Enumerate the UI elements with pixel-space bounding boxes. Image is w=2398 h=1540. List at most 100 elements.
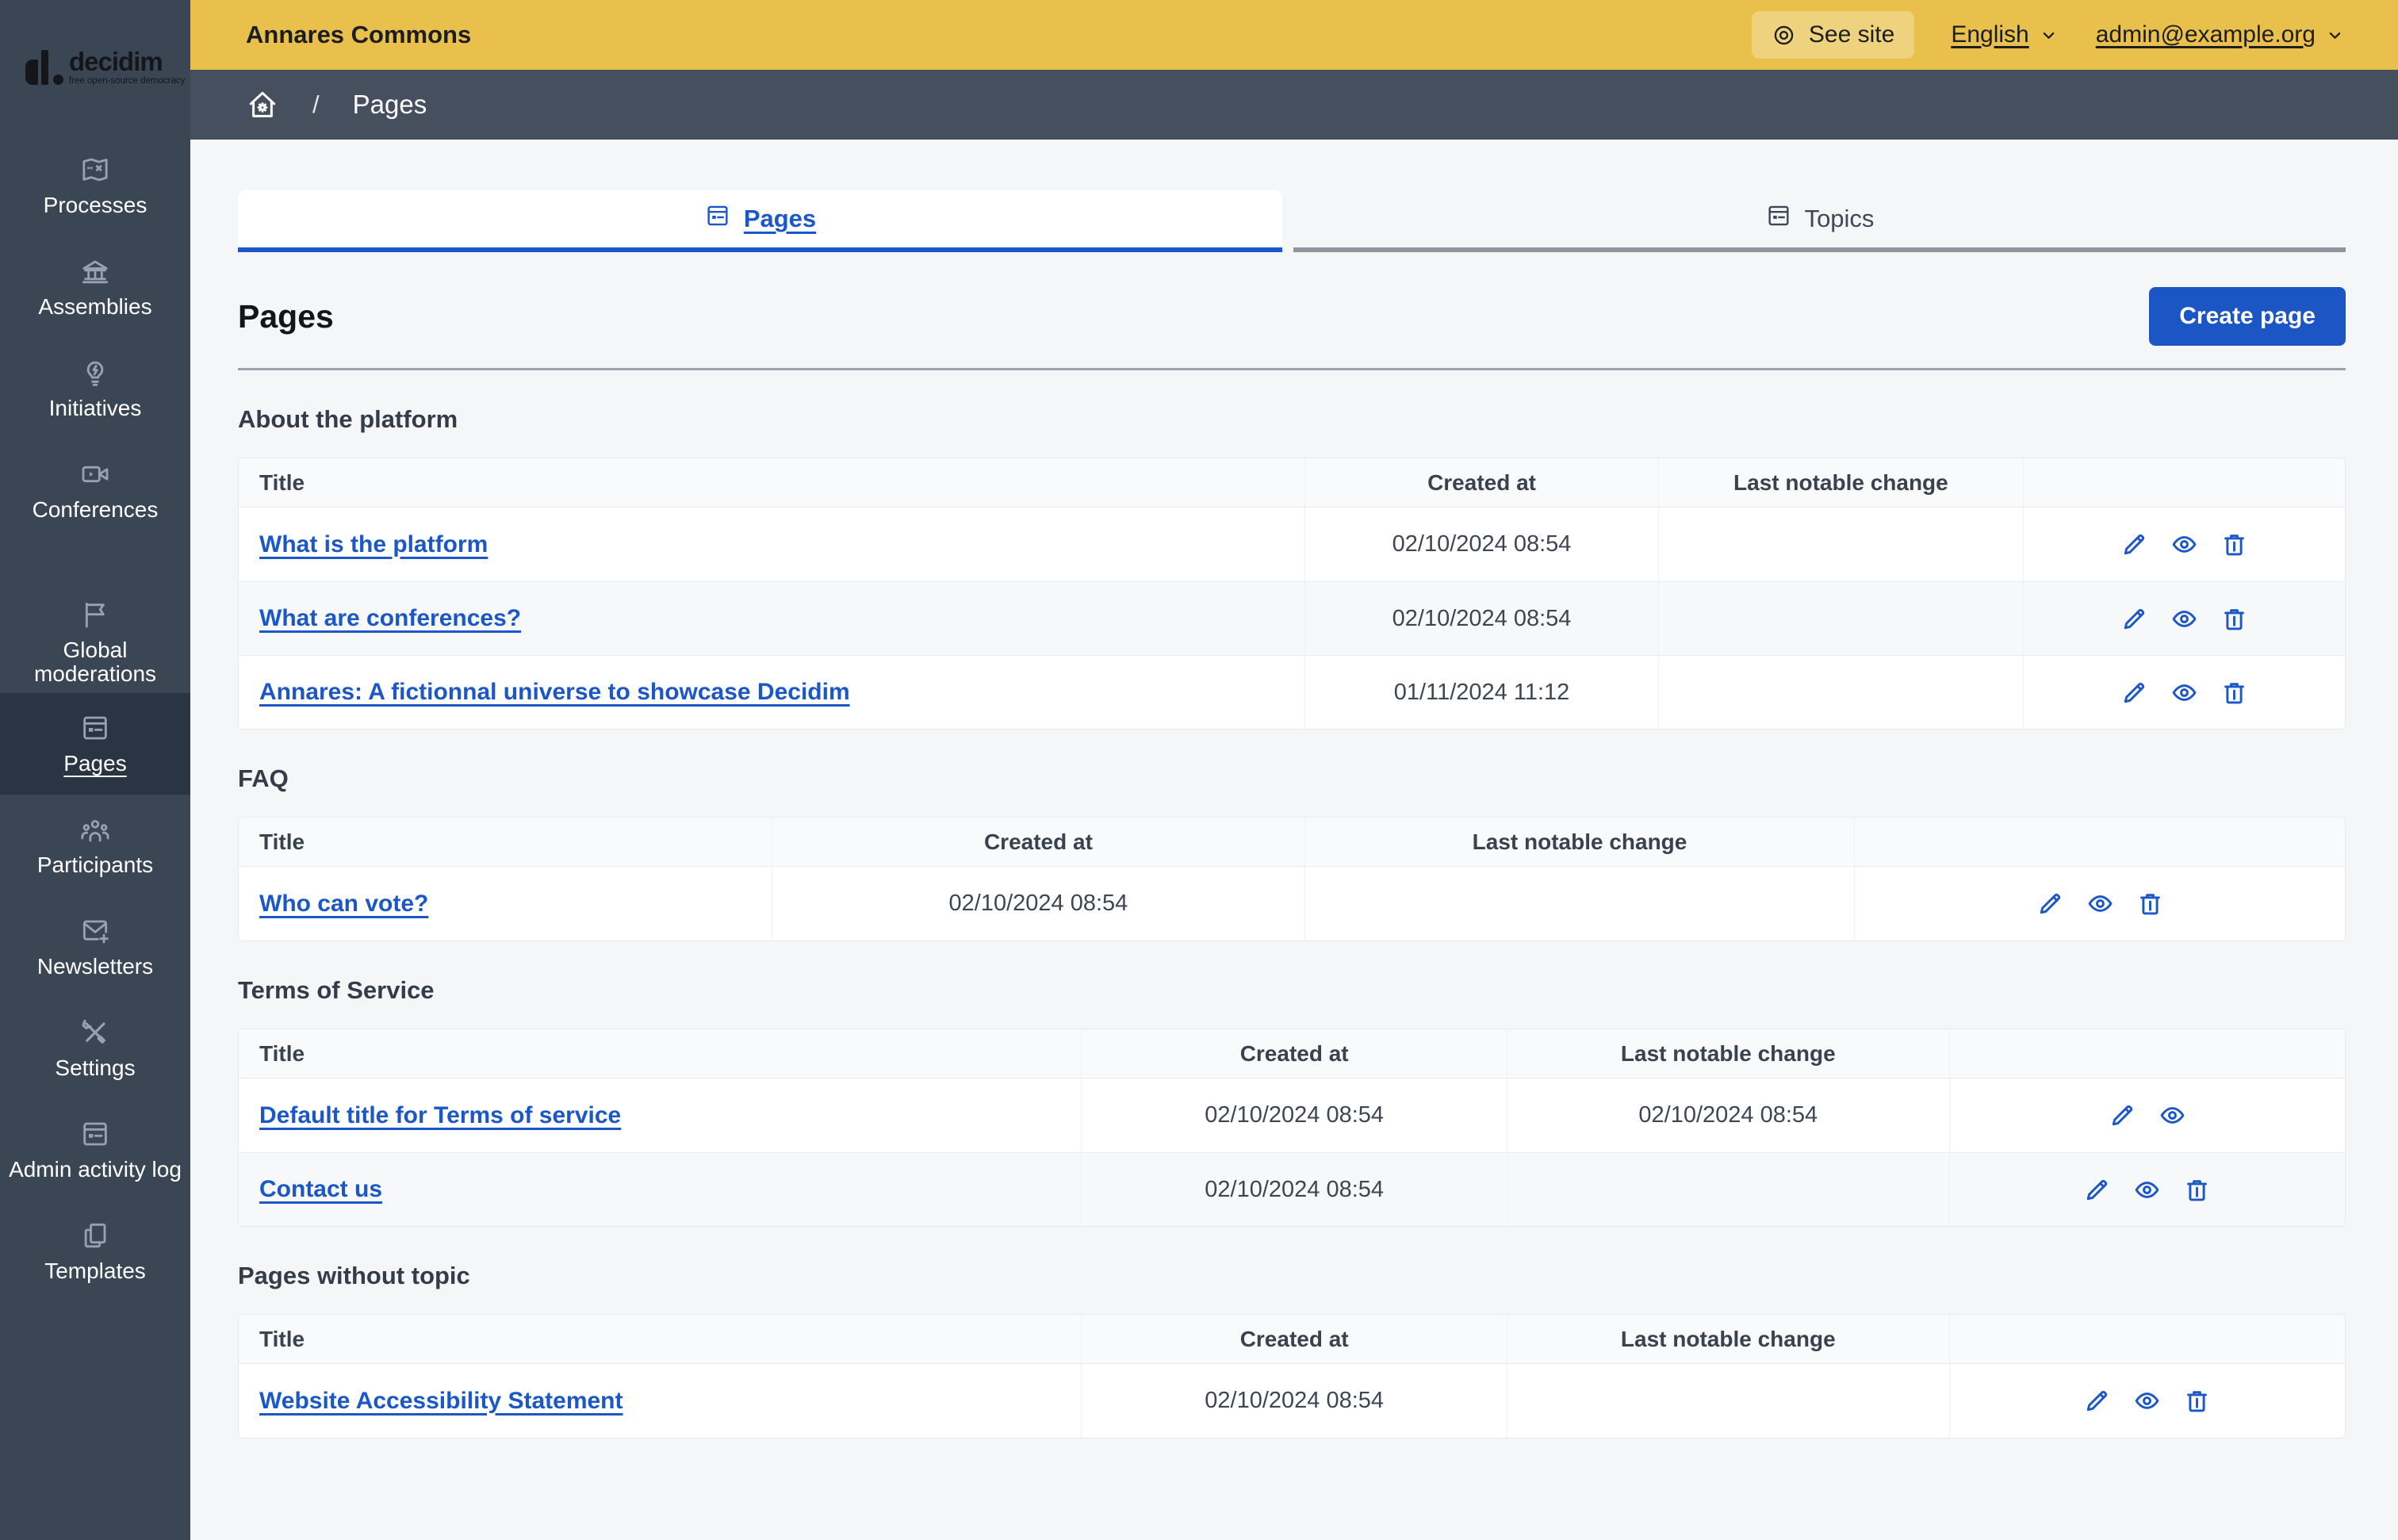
chevron-down-icon <box>2043 32 2054 39</box>
eye-icon <box>2170 531 2198 558</box>
column-header-created-at: Created at <box>1081 1029 1507 1078</box>
table-row: Annares: A fictionnal universe to showca… <box>239 655 2345 729</box>
preview-button[interactable] <box>2133 1387 2161 1415</box>
last-change-cell <box>1506 1364 1949 1438</box>
title-cell: Website Accessibility Statement <box>239 1364 1081 1438</box>
column-header-last-notable-change: Last notable change <box>1506 1029 1949 1078</box>
sidebar-item-processes[interactable]: Processes <box>0 135 190 236</box>
tab-pages[interactable]: Pages <box>238 190 1282 252</box>
column-header-actions <box>1854 818 2345 867</box>
flag-icon <box>79 599 111 630</box>
sidebar-item-participants[interactable]: Participants <box>0 795 190 896</box>
last-change-cell <box>1658 508 2022 581</box>
sidebar-item-assemblies[interactable]: Assemblies <box>0 236 190 338</box>
edit-button[interactable] <box>2083 1387 2111 1415</box>
tabs: Pages Topics <box>238 190 2346 252</box>
edit-button[interactable] <box>2036 890 2064 917</box>
page-title-link[interactable]: What are conferences? <box>259 605 521 631</box>
home-icon[interactable] <box>246 88 279 121</box>
article-icon <box>79 712 111 744</box>
page-title-link[interactable]: What is the platform <box>259 531 488 557</box>
user-menu-dropdown[interactable]: admin@example.org <box>2096 21 2346 48</box>
lightbulb-icon <box>79 357 111 389</box>
pages-section-about-the-platform: About the platform Title Created at Last no… <box>238 405 2346 730</box>
preview-button[interactable] <box>2170 605 2198 633</box>
column-header-title: Title <box>239 1315 1082 1364</box>
eye-icon <box>2133 1387 2161 1415</box>
sidebar-item-admin-activity-log[interactable]: Admin activity log <box>0 1099 190 1201</box>
preview-button[interactable] <box>2170 531 2198 558</box>
sidebar-item-templates[interactable]: Templates <box>0 1201 190 1302</box>
edit-icon <box>2120 679 2148 707</box>
table-row: What is the platform 02/10/2024 08:54 <box>239 508 2345 581</box>
edit-button[interactable] <box>2120 679 2148 707</box>
preview-button[interactable] <box>2086 890 2114 917</box>
delete-button[interactable] <box>2183 1387 2211 1415</box>
sidebar-item-pages[interactable]: Pages <box>0 693 190 795</box>
delete-button[interactable] <box>2220 531 2248 558</box>
map-icon <box>79 154 111 186</box>
table-header-row: Title Created at Last notable change <box>239 818 2345 867</box>
edit-button[interactable] <box>2120 605 2148 633</box>
table-header-row: Title Created at Last notable change <box>239 1315 2345 1364</box>
page-title-link[interactable]: Contact us <box>259 1176 382 1202</box>
sidebar: decidim free open-source democracy Proce… <box>0 0 190 1540</box>
delete-button[interactable] <box>2220 679 2248 707</box>
decidim-logo[interactable]: decidim free open-source democracy <box>0 0 190 135</box>
edit-button[interactable] <box>2109 1101 2136 1129</box>
language-dropdown[interactable]: English <box>1951 21 2059 48</box>
main-area: Annares Commons See site English admin@e… <box>190 0 2398 1540</box>
sidebar-item-settings[interactable]: Settings <box>0 998 190 1099</box>
page-title-link[interactable]: Website Accessibility Statement <box>259 1388 623 1414</box>
organization-title: Annares Commons <box>246 21 472 48</box>
delete-button[interactable] <box>2183 1176 2211 1204</box>
page-title-link[interactable]: Default title for Terms of service <box>259 1102 621 1128</box>
last-change-cell <box>1658 581 2023 655</box>
title-cell: What is the platform <box>239 508 1304 581</box>
article-icon <box>79 1118 111 1150</box>
sidebar-item-newsletters[interactable]: Newsletters <box>0 896 190 998</box>
content: Pages Topics Pages Create page About the… <box>190 140 2398 1540</box>
sidebar-item-global-moderations[interactable]: Global moderations <box>0 592 190 693</box>
title-cell: Default title for Terms of service <box>239 1078 1081 1152</box>
sidebar-item-conferences[interactable]: Conferences <box>0 439 190 541</box>
last-change-cell <box>1506 1152 1949 1226</box>
actions-cell <box>1948 1364 2345 1438</box>
topbar: Annares Commons See site English admin@e… <box>190 0 2398 70</box>
create-page-button[interactable]: Create page <box>2149 287 2346 346</box>
delete-button[interactable] <box>2220 605 2248 633</box>
trash-icon <box>2183 1387 2211 1415</box>
created-at-cell: 02/10/2024 08:54 <box>1081 1152 1507 1226</box>
decidim-logo-text: decidim <box>69 46 163 76</box>
pages-section-terms-of-service: Terms of Service Title Created at Last nota… <box>238 976 2346 1227</box>
eye-icon <box>2133 1176 2161 1204</box>
page-title-link[interactable]: Annares: A fictionnal universe to showca… <box>259 679 850 705</box>
section-title: Pages without topic <box>238 1262 470 1289</box>
copy-icon <box>79 1220 111 1251</box>
eye-icon <box>2170 679 2198 707</box>
mail-add-icon <box>79 915 111 947</box>
sidebar-item-initiatives[interactable]: Initiatives <box>0 338 190 439</box>
column-header-created-at: Created at <box>1304 458 1659 508</box>
preview-button[interactable] <box>2170 679 2198 707</box>
tab-topics[interactable]: Topics <box>1293 190 2346 252</box>
decidim-logo-icon <box>25 50 63 85</box>
sidebar-item-label: Conferences <box>32 497 159 522</box>
section-title: About the platform <box>238 405 458 433</box>
edit-button[interactable] <box>2083 1176 2111 1204</box>
edit-button[interactable] <box>2120 531 2148 558</box>
title-cell: Annares: A fictionnal universe to showca… <box>239 655 1304 729</box>
trash-icon <box>2220 679 2248 707</box>
preview-button[interactable] <box>2133 1176 2161 1204</box>
page-title-link[interactable]: Who can vote? <box>259 891 428 917</box>
pages-section-pages-without-topic: Pages without topic Title Created at Last n… <box>238 1262 2346 1438</box>
trash-icon <box>2183 1176 2211 1204</box>
sidebar-item-label: Assemblies <box>38 294 152 319</box>
edit-icon <box>2036 890 2064 917</box>
see-site-button[interactable]: See site <box>1751 11 1915 59</box>
table-header-row: Title Created at Last notable change <box>239 1029 2345 1078</box>
breadcrumb-separator: / <box>312 90 320 118</box>
delete-button[interactable] <box>2136 890 2164 917</box>
preview-button[interactable] <box>2159 1101 2186 1129</box>
article-icon <box>704 202 731 236</box>
